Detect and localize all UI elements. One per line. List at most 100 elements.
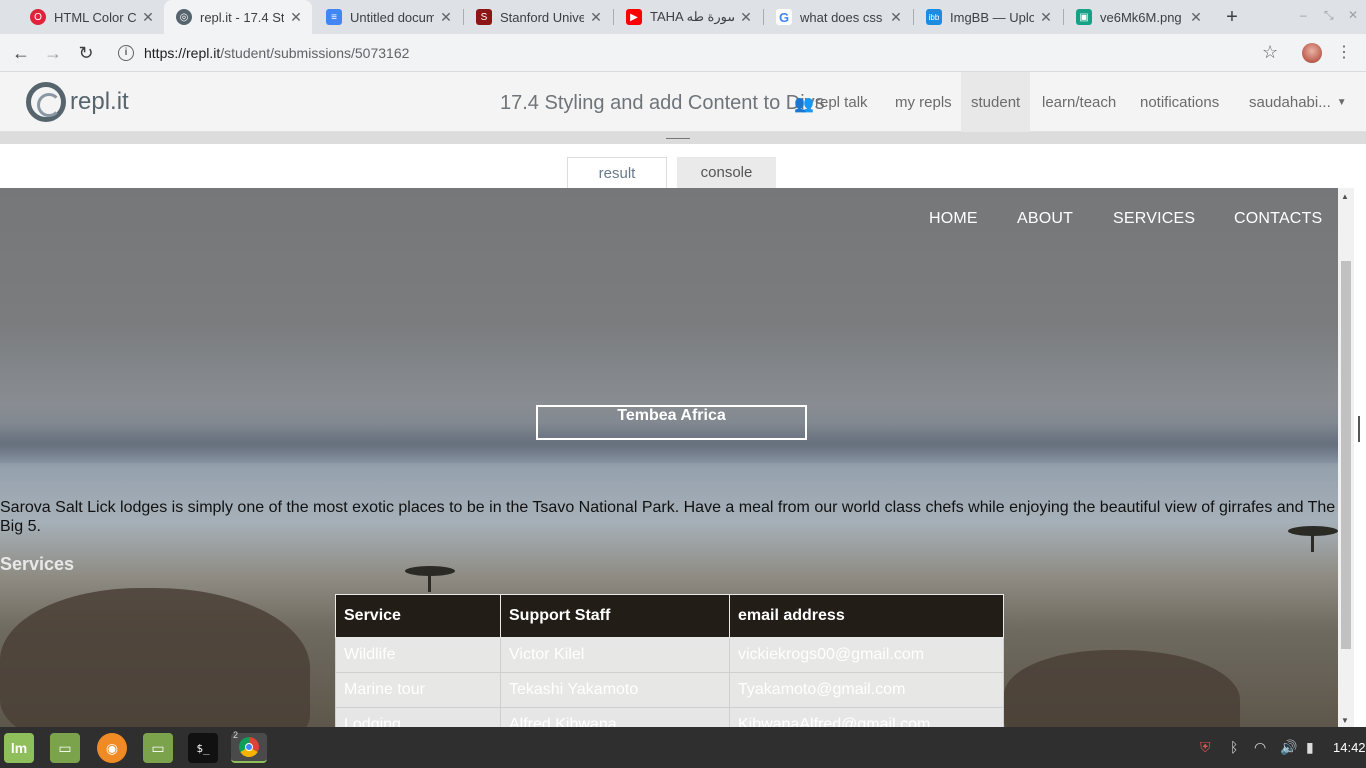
address-bar[interactable]: i https://repl.it/student/submissions/50… xyxy=(108,38,1294,68)
info-icon[interactable]: i xyxy=(118,45,134,61)
bookmark-star-icon[interactable]: ☆ xyxy=(1262,42,1278,63)
browser-tab-1[interactable]: ◎ repl.it - 17.4 Sty ✕ xyxy=(164,0,312,34)
table-header-row: Service Support Staff email address xyxy=(335,594,1004,638)
table-cell: Alfred Kibwana xyxy=(500,707,730,727)
files-icon[interactable]: ▭ xyxy=(50,733,80,763)
tab-strip: O HTML Color Co ✕ ◎ repl.it - 17.4 Sty ✕… xyxy=(0,0,1366,34)
page-scroll-thumb[interactable] xyxy=(1358,416,1360,442)
logo-suffix: .it xyxy=(110,88,129,115)
intro-paragraph: Sarova Salt Lick lodges is simply one of… xyxy=(0,499,1336,535)
tab-title: repl.it - 17.4 Sty xyxy=(200,9,284,25)
window-count-badge: 2 xyxy=(233,730,239,740)
reload-icon[interactable]: ↻ xyxy=(75,42,97,64)
user-menu[interactable]: saudahabi... ▼ xyxy=(1239,72,1357,132)
profile-avatar[interactable] xyxy=(1302,43,1322,63)
tab-title: ve6Mk6M.png xyxy=(1100,9,1182,25)
repl-logo[interactable]: repl.it xyxy=(26,82,129,122)
nav-learn-teach[interactable]: learn/teach xyxy=(1032,72,1126,132)
google-docs-icon: ≡ xyxy=(326,9,342,25)
repl-logo-icon xyxy=(26,82,66,122)
url-path: /student/submissions/5073162 xyxy=(220,45,410,61)
system-clock[interactable]: 14:42 xyxy=(1333,740,1366,755)
forward-arrow-icon[interactable]: → xyxy=(42,42,64,64)
close-icon[interactable]: ✕ xyxy=(288,9,304,26)
site-nav-contacts[interactable]: CONTACTS xyxy=(1234,210,1322,228)
chevron-down-icon: ▼ xyxy=(1336,96,1347,108)
drag-handle[interactable] xyxy=(666,138,690,139)
mint-menu-icon[interactable]: lm xyxy=(4,733,34,763)
result-scrollbar[interactable]: ▲ ▼ xyxy=(1338,188,1354,727)
browser-tab-4[interactable]: ▶ TAHA سورة طه ✕ xyxy=(614,0,762,34)
site-nav-services[interactable]: SERVICES xyxy=(1113,210,1195,228)
close-icon[interactable]: ✕ xyxy=(1038,9,1054,26)
table-cell: Tekashi Yakamoto xyxy=(500,672,730,708)
scroll-up-icon[interactable]: ▲ xyxy=(1341,192,1349,201)
close-icon[interactable]: ✕ xyxy=(1188,9,1204,26)
minimize-icon[interactable]: ‒ xyxy=(1300,8,1307,22)
result-viewport: HOME ABOUT SERVICES CONTACTS Tembea Afri… xyxy=(0,188,1338,727)
close-icon[interactable]: ✕ xyxy=(140,9,156,26)
table-cell: Victor Kilel xyxy=(500,637,730,673)
site-nav-about[interactable]: ABOUT xyxy=(1017,210,1073,228)
browser-tab-6[interactable]: ibb ImgBB — Uplo ✕ xyxy=(914,0,1062,34)
close-icon[interactable]: ✕ xyxy=(438,9,454,26)
nav-repl-talk[interactable]: repl talk xyxy=(805,72,878,132)
table-cell: Marine tour xyxy=(335,672,501,708)
table-cell: Lodging xyxy=(335,707,501,727)
elephant-image xyxy=(1004,650,1240,727)
column-header: email address xyxy=(729,594,1004,638)
maximize-icon[interactable]: ⤡ xyxy=(1324,8,1334,23)
site-nav-home[interactable]: HOME xyxy=(929,210,978,228)
table-row: Marine tour Tekashi Yakamoto Tyakamoto@g… xyxy=(335,672,1004,708)
nav-my-repls[interactable]: my repls xyxy=(885,72,962,132)
new-tab-button[interactable]: + xyxy=(1222,6,1242,28)
google-icon: G xyxy=(776,9,792,25)
browser-tab-0[interactable]: O HTML Color Co ✕ xyxy=(18,0,164,34)
tab-result[interactable]: result xyxy=(567,157,667,188)
terminal-icon[interactable]: $_ xyxy=(188,733,218,763)
table-row: Lodging Alfred Kibwana KibwanaAlfred@gma… xyxy=(335,707,1004,727)
replit-icon: ◎ xyxy=(176,9,192,25)
back-arrow-icon[interactable]: ← xyxy=(10,42,32,64)
close-icon[interactable]: ✕ xyxy=(888,9,904,26)
column-header: Support Staff xyxy=(500,594,730,638)
shield-icon[interactable]: ⛨ xyxy=(1200,739,1211,756)
table-row: Wildlife Victor Kilel vickiekrogs00@gmai… xyxy=(335,637,1004,673)
nav-student[interactable]: student xyxy=(961,72,1031,132)
nav-notifications[interactable]: notifications xyxy=(1130,72,1229,132)
bluetooth-icon[interactable]: ᛒ xyxy=(1230,739,1238,755)
opera-icon: O xyxy=(30,9,46,25)
services-table: Service Support Staff email address Wild… xyxy=(335,594,1004,727)
project-title: 17.4 Styling and add Content to Divs xyxy=(500,92,825,114)
folder-icon[interactable]: ▭ xyxy=(143,733,173,763)
page-scroll-track xyxy=(1354,144,1366,727)
firefox-icon[interactable]: ◉ xyxy=(97,733,127,763)
tab-title: Stanford Univer xyxy=(500,9,584,25)
browser-tab-5[interactable]: G what does css s ✕ xyxy=(764,0,912,34)
tab-title: TAHA سورة طه xyxy=(650,9,734,24)
browser-tab-3[interactable]: S Stanford Univer ✕ xyxy=(464,0,612,34)
volume-icon[interactable]: 🔊 xyxy=(1280,739,1297,756)
wifi-icon[interactable]: ◠ xyxy=(1254,739,1266,756)
tab-title: Untitled docum xyxy=(350,9,434,25)
tab-title: HTML Color Co xyxy=(54,9,136,25)
browser-menu-icon[interactable]: ⋮ xyxy=(1336,42,1352,62)
close-icon[interactable]: ✕ xyxy=(588,9,604,26)
browser-tab-2[interactable]: ≡ Untitled docum ✕ xyxy=(314,0,462,34)
browser-tab-7[interactable]: ▣ ve6Mk6M.png ✕ xyxy=(1064,0,1212,34)
chrome-icon[interactable]: 2 xyxy=(231,730,267,763)
youtube-icon: ▶ xyxy=(626,9,642,25)
close-window-icon[interactable]: ✕ xyxy=(1348,8,1358,22)
scroll-thumb[interactable] xyxy=(1341,261,1351,649)
hero-title: Tembea Africa xyxy=(617,407,726,424)
user-name: saudahabi... xyxy=(1249,93,1331,111)
battery-icon[interactable]: ▮ xyxy=(1306,739,1314,756)
hero-title-box: Tembea Africa xyxy=(536,405,807,440)
tab-console[interactable]: console xyxy=(677,157,776,188)
system-taskbar: lm ▭ ◉ ▭ $_ 2 ⛨ ᛒ ◠ 🔊 ▮ 14:42 xyxy=(0,727,1366,768)
acacia-tree-image xyxy=(405,566,455,592)
scroll-down-icon[interactable]: ▼ xyxy=(1341,716,1349,725)
table-cell: Wildlife xyxy=(335,637,501,673)
close-icon[interactable]: ✕ xyxy=(738,9,754,26)
elephant-image xyxy=(0,588,310,727)
